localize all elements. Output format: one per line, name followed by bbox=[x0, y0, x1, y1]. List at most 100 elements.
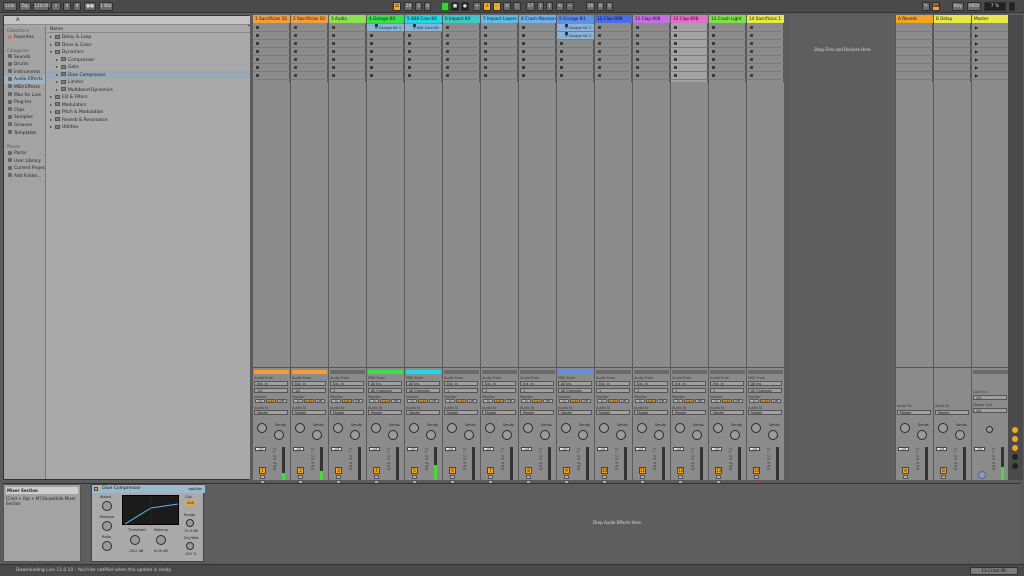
send-a-knob[interactable] bbox=[371, 423, 381, 433]
scene-launch[interactable]: ▶ bbox=[972, 40, 1009, 48]
clip-slot[interactable] bbox=[595, 56, 632, 64]
track-empty-area[interactable] bbox=[709, 82, 746, 367]
clip-slot[interactable] bbox=[747, 32, 784, 40]
track-activator-button[interactable]: 2 bbox=[297, 467, 304, 474]
monitor-in-button[interactable]: In bbox=[749, 399, 760, 403]
browser-item[interactable]: ▸ Compressor bbox=[47, 56, 250, 64]
stop-slot-icon[interactable] bbox=[522, 26, 525, 29]
stop-slot-icon[interactable] bbox=[522, 42, 525, 45]
ratio-knob[interactable] bbox=[102, 541, 112, 551]
track-header[interactable]: 5 808 Core Kit bbox=[405, 15, 442, 23]
monitor-off-button[interactable]: Off bbox=[390, 399, 401, 403]
show-mixer-toggle-icon[interactable] bbox=[1012, 445, 1018, 451]
stop-slot-icon[interactable] bbox=[332, 66, 335, 69]
sidebar-item-user-library[interactable]: User Library bbox=[4, 158, 45, 166]
stop-slot-icon[interactable] bbox=[256, 50, 259, 53]
stop-slot-icon[interactable] bbox=[484, 66, 487, 69]
input-channel-select[interactable]: 1 bbox=[330, 388, 364, 393]
show-sends-toggle-icon[interactable] bbox=[1012, 436, 1018, 442]
send-a-knob[interactable] bbox=[257, 423, 267, 433]
clip-slot[interactable] bbox=[405, 72, 442, 80]
stop-slot-icon[interactable] bbox=[636, 58, 639, 61]
clip-slot[interactable] bbox=[291, 24, 328, 32]
monitor-off-button[interactable]: Off bbox=[770, 399, 781, 403]
scene-launch[interactable]: ▶ bbox=[972, 48, 1009, 56]
clip-slot[interactable] bbox=[253, 24, 290, 32]
input-type-select[interactable]: All Ins bbox=[406, 381, 440, 386]
track-activator-button[interactable]: 3 bbox=[335, 467, 342, 474]
volume-field[interactable]: -inf bbox=[559, 447, 570, 451]
track-header[interactable]: 2 Sacrificios 10 bbox=[291, 15, 328, 23]
track-empty-area[interactable] bbox=[443, 82, 480, 367]
clip-slot[interactable] bbox=[405, 56, 442, 64]
stop-slot-icon[interactable] bbox=[750, 66, 753, 69]
clip-slot[interactable] bbox=[747, 64, 784, 72]
input-type-select[interactable]: Ext. In bbox=[330, 381, 364, 386]
volume-field[interactable]: -inf bbox=[635, 447, 646, 451]
monitor-auto-button[interactable]: Auto bbox=[380, 399, 390, 403]
monitor-off-button[interactable]: Off bbox=[732, 399, 743, 403]
clip-slot[interactable] bbox=[671, 24, 708, 32]
stop-slot-icon[interactable] bbox=[674, 34, 677, 37]
clip-stop-button[interactable] bbox=[482, 370, 517, 374]
monitor-off-button[interactable]: Off bbox=[314, 399, 325, 403]
stop-slot-icon[interactable] bbox=[294, 50, 297, 53]
monitor-in-button[interactable]: In bbox=[293, 399, 304, 403]
scene-play-icon[interactable]: ▶ bbox=[975, 72, 978, 80]
session-record-button[interactable]: ○ bbox=[513, 2, 521, 11]
monitor-in-button[interactable]: In bbox=[673, 399, 684, 403]
stop-slot-icon[interactable] bbox=[750, 34, 753, 37]
position-bars[interactable]: 26 bbox=[404, 2, 413, 11]
clip-slot[interactable] bbox=[709, 40, 746, 48]
range-knob[interactable] bbox=[186, 519, 194, 527]
stop-slot-icon[interactable] bbox=[256, 74, 259, 77]
clip-stop-button[interactable] bbox=[748, 370, 783, 374]
volume-field[interactable]: -inf bbox=[898, 447, 909, 451]
send-b-knob[interactable] bbox=[730, 430, 740, 440]
output-select[interactable]: Master bbox=[748, 410, 782, 415]
clip-slot[interactable] bbox=[329, 40, 366, 48]
clip-slot[interactable] bbox=[519, 48, 556, 56]
output-select[interactable]: Master bbox=[558, 410, 592, 415]
stop-slot-icon[interactable] bbox=[674, 74, 677, 77]
send-b-knob[interactable] bbox=[388, 430, 398, 440]
browser-item[interactable]: ▸ Delay & Loop bbox=[47, 33, 250, 41]
device-power-icon[interactable] bbox=[94, 487, 98, 491]
clip-stop-button[interactable] bbox=[254, 370, 289, 374]
volume-field[interactable]: -inf bbox=[936, 447, 947, 451]
solo-button[interactable] bbox=[336, 475, 341, 479]
return-header[interactable]: A Reverb bbox=[896, 15, 933, 23]
sidebar-item-plug-ins[interactable]: Plug-Ins bbox=[4, 99, 45, 107]
solo-button[interactable] bbox=[374, 475, 379, 479]
monitor-off-button[interactable]: Off bbox=[656, 399, 667, 403]
record-button[interactable]: ● bbox=[461, 2, 469, 11]
volume-field[interactable]: -inf bbox=[974, 447, 985, 451]
stop-slot-icon[interactable] bbox=[408, 34, 411, 37]
clip-slot[interactable] bbox=[329, 32, 366, 40]
output-select[interactable]: Master bbox=[368, 410, 402, 415]
clip-stop-button[interactable] bbox=[596, 370, 631, 374]
send-a-knob[interactable] bbox=[900, 423, 910, 433]
stop-slot-icon[interactable] bbox=[712, 58, 715, 61]
clip-slot[interactable] bbox=[519, 56, 556, 64]
solo-button[interactable] bbox=[488, 475, 493, 479]
track-header[interactable]: 12 Clap 808 bbox=[671, 15, 708, 23]
clip-slot[interactable] bbox=[934, 40, 971, 48]
clip-slot[interactable] bbox=[595, 32, 632, 40]
monitor-in-button[interactable]: In bbox=[521, 399, 532, 403]
input-type-select[interactable]: Ext. In bbox=[596, 381, 630, 386]
clip-stop-button[interactable] bbox=[330, 370, 365, 374]
browser-item[interactable]: ▸ Gate bbox=[47, 63, 250, 71]
stop-slot-icon[interactable] bbox=[446, 66, 449, 69]
clip-slot[interactable] bbox=[595, 48, 632, 56]
stop-slot-icon[interactable] bbox=[712, 26, 715, 29]
return-activator-button[interactable]: B bbox=[940, 467, 947, 474]
drywet-knob[interactable] bbox=[186, 542, 194, 550]
clip-slot[interactable] bbox=[367, 64, 404, 72]
track-empty-area[interactable] bbox=[367, 82, 404, 367]
track-activator-button[interactable]: 5 bbox=[411, 467, 418, 474]
clip-slot[interactable] bbox=[557, 72, 594, 80]
output-select[interactable]: Master bbox=[444, 410, 478, 415]
stop-slot-icon[interactable] bbox=[484, 26, 487, 29]
loop-start-sixteenths[interactable]: 1 bbox=[546, 2, 553, 11]
